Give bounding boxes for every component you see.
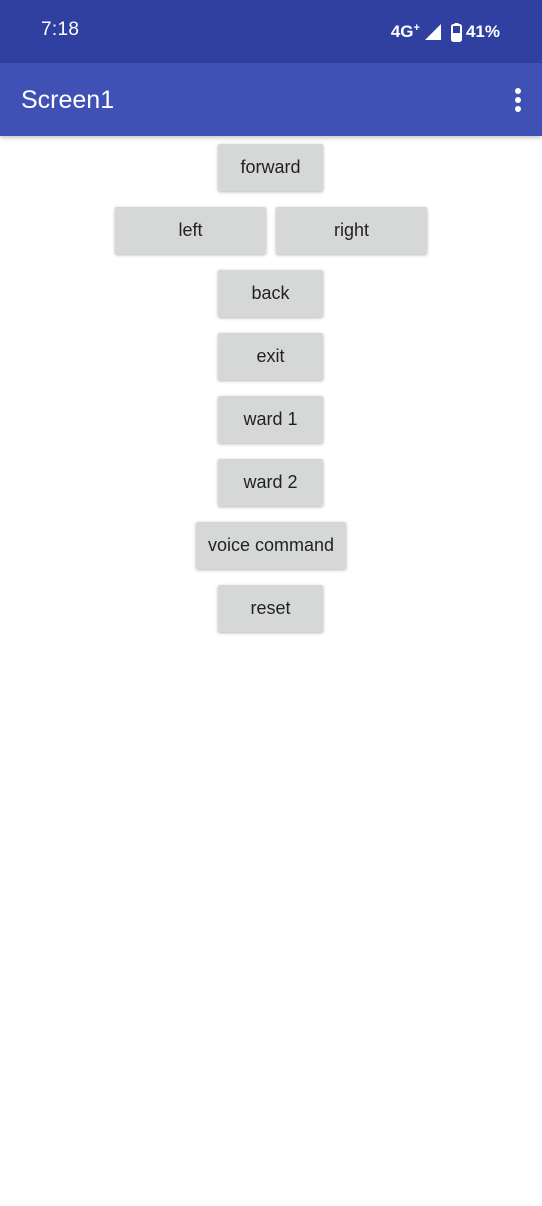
battery-icon [450,22,462,42]
battery-percent: 41% [465,22,500,41]
voice-command-button[interactable]: voice command [196,522,346,569]
reset-button[interactable]: reset [218,585,323,632]
overflow-menu-icon[interactable] [512,85,524,115]
exit-button[interactable]: exit [218,333,323,380]
network-label: 4G [390,22,414,41]
app-title: Screen1 [21,86,115,114]
back-button[interactable]: back [218,270,323,317]
status-time: 7:18 [41,19,80,40]
ward-2-button[interactable]: ward 2 [218,459,323,506]
status-icons: 4G+ 41% [391,20,500,44]
forward-button[interactable]: forward [218,144,323,191]
network-type: 4G+ [391,22,420,42]
left-button[interactable]: left [115,207,266,254]
cell-signal-icon [424,24,441,40]
app-bar: Screen1 [0,63,542,136]
status-bar: 7:18 4G+ 41% [0,0,542,63]
right-button[interactable]: right [276,207,427,254]
ward-1-button[interactable]: ward 1 [218,396,323,443]
network-suffix: + [413,22,420,34]
